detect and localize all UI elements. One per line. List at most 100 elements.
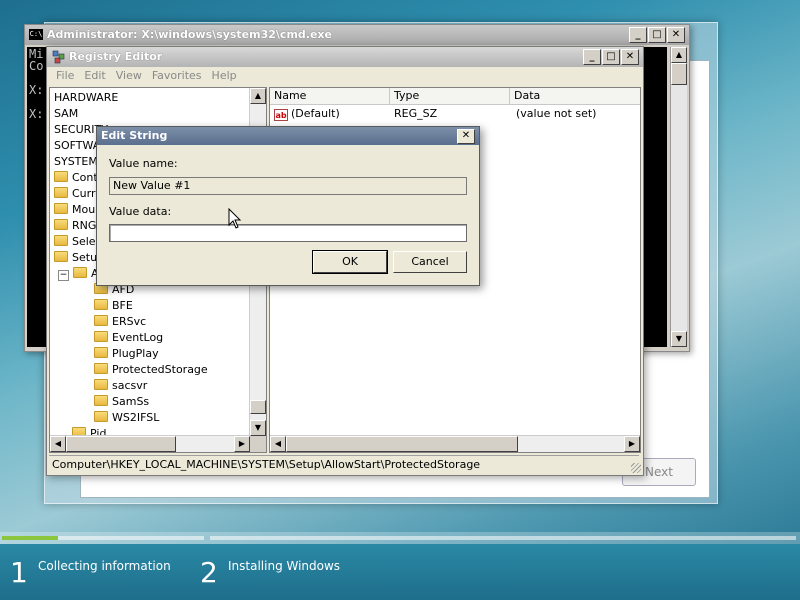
list-horizontal-scrollbar[interactable]: ◀ ▶	[270, 435, 640, 452]
cancel-button[interactable]: Cancel	[393, 251, 467, 273]
value-data: (value not set)	[516, 107, 597, 120]
folder-icon	[94, 347, 108, 358]
scroll-right-icon[interactable]: ▶	[624, 436, 640, 452]
tree-item-label: ProtectedStorage	[112, 363, 208, 376]
list-header: Name Type Data	[270, 88, 640, 105]
registry-minimize-button[interactable]: _	[583, 49, 601, 65]
tree-item-ersvc[interactable]: ERSvc	[94, 314, 146, 330]
tree-item-hardware[interactable]: HARDWARE	[54, 90, 118, 106]
step-number: 2	[200, 556, 218, 589]
scroll-left-icon[interactable]: ◀	[50, 436, 66, 452]
resize-grip-icon[interactable]	[631, 463, 641, 473]
tree-scroll-thumb[interactable]	[250, 400, 266, 414]
scroll-right-icon[interactable]: ▶	[234, 436, 250, 452]
tree-item-rng[interactable]: RNG	[54, 218, 96, 234]
cmd-scroll-up-icon[interactable]: ▲	[671, 47, 687, 63]
cmd-icon: C:\	[29, 29, 43, 40]
setup-progress-strip	[0, 532, 800, 544]
dialog-close-button[interactable]: ✕	[457, 129, 475, 144]
registry-editor-icon	[52, 50, 65, 64]
tree-item-label: ERSvc	[112, 315, 147, 328]
menu-help[interactable]: Help	[207, 67, 242, 85]
folder-icon	[94, 331, 108, 342]
tree-hscroll-thumb[interactable]	[66, 436, 176, 452]
tree-item-label: WS2IFSL	[112, 411, 160, 424]
column-header-type[interactable]: Type	[390, 88, 510, 104]
list-hscroll-thumb[interactable]	[286, 436, 518, 452]
menu-favorites[interactable]: Favorites	[147, 67, 207, 85]
cmd-scroll-thumb[interactable]	[671, 63, 687, 85]
menu-edit[interactable]: Edit	[79, 67, 110, 85]
value-data-label: Value data:	[109, 205, 172, 218]
progress-fill	[2, 536, 58, 540]
folder-icon	[54, 219, 68, 230]
dialog-titlebar[interactable]: Edit String ✕	[97, 127, 479, 145]
tree-item-label: BFE	[112, 299, 133, 312]
folder-icon	[94, 411, 108, 422]
tree-item-ws2ifsl[interactable]: WS2IFSL	[94, 410, 159, 426]
tree-item-label: RNG	[72, 219, 97, 232]
setup-steps-panel: 1 Collecting information 2 Installing Wi…	[0, 544, 800, 600]
folder-icon	[54, 235, 68, 246]
folder-icon	[94, 299, 108, 310]
progress-track-2	[210, 536, 796, 540]
tree-item-current[interactable]: Curre	[54, 186, 102, 202]
scroll-down-icon[interactable]: ▼	[250, 420, 266, 436]
tree-item-sacsvr[interactable]: sacsvr	[94, 378, 147, 394]
cmd-title: Administrator: X:\windows\system32\cmd.e…	[47, 28, 332, 41]
ok-button[interactable]: OK	[312, 250, 388, 274]
tree-item-bfe[interactable]: BFE	[94, 298, 133, 314]
cmd-line: X:	[29, 107, 44, 121]
folder-icon	[73, 267, 87, 278]
tree-item-allowstart[interactable]: − A	[58, 266, 99, 282]
mouse-cursor-icon	[228, 208, 242, 229]
scroll-corner	[250, 436, 266, 452]
registry-maximize-button[interactable]: □	[602, 49, 620, 65]
tree-item-label: PlugPlay	[112, 347, 159, 360]
scroll-left-icon[interactable]: ◀	[270, 436, 286, 452]
tree-horizontal-scrollbar[interactable]: ◀ ▶	[50, 435, 250, 452]
tree-item-protectedstorage[interactable]: ProtectedStorage	[94, 362, 208, 378]
value-row-name[interactable]: ab (Default)	[274, 106, 340, 122]
cmd-titlebar[interactable]: C:\ Administrator: X:\windows\system32\c…	[25, 25, 689, 45]
tree-item-plugplay[interactable]: PlugPlay	[94, 346, 159, 362]
folder-icon	[94, 379, 108, 390]
value-name: (Default)	[291, 107, 340, 120]
cmd-scrollbar[interactable]: ▲ ▼	[670, 47, 687, 347]
progress-track	[58, 536, 204, 540]
tree-item-system[interactable]: SYSTEM	[54, 154, 98, 170]
registry-menubar: File Edit View Favorites Help	[47, 67, 643, 85]
menu-view[interactable]: View	[111, 67, 147, 85]
folder-icon	[54, 187, 68, 198]
collapse-icon[interactable]: −	[58, 270, 69, 281]
folder-icon	[94, 395, 108, 406]
tree-item-select[interactable]: Selec	[54, 234, 102, 250]
value-name-label: Value name:	[109, 157, 178, 170]
menu-file[interactable]: File	[51, 67, 79, 85]
value-data-field[interactable]	[109, 224, 467, 242]
cmd-line: Co	[29, 59, 44, 73]
tree-item-eventlog[interactable]: EventLog	[94, 330, 163, 346]
cmd-scroll-down-icon[interactable]: ▼	[671, 331, 687, 347]
scroll-up-icon[interactable]: ▲	[250, 88, 266, 104]
tree-item-control[interactable]: Contr	[54, 170, 102, 186]
cmd-maximize-button[interactable]: □	[648, 27, 666, 43]
value-name-field: New Value #1	[109, 177, 467, 195]
edit-string-dialog[interactable]: Edit String ✕ Value name: New Value #1 V…	[96, 126, 480, 286]
folder-icon	[94, 363, 108, 374]
cmd-close-button[interactable]: ✕	[667, 27, 685, 43]
column-header-data[interactable]: Data	[510, 88, 640, 104]
registry-titlebar[interactable]: Registry Editor _ □ ✕	[47, 47, 643, 67]
registry-statusbar: Computer\HKEY_LOCAL_MACHINE\SYSTEM\Setup…	[49, 455, 639, 473]
cmd-minimize-button[interactable]: _	[629, 27, 647, 43]
column-header-name[interactable]: Name	[270, 88, 390, 104]
dialog-title: Edit String	[101, 129, 168, 142]
step-number: 1	[10, 556, 28, 589]
tree-item-samss[interactable]: SamSs	[94, 394, 149, 410]
value-type: REG_SZ	[394, 107, 438, 120]
tree-item-mounted[interactable]: Moun	[54, 202, 102, 218]
tree-item-sam[interactable]: SAM	[54, 106, 78, 122]
folder-icon	[54, 203, 68, 214]
registry-close-button[interactable]: ✕	[621, 49, 639, 65]
folder-icon	[54, 251, 68, 262]
